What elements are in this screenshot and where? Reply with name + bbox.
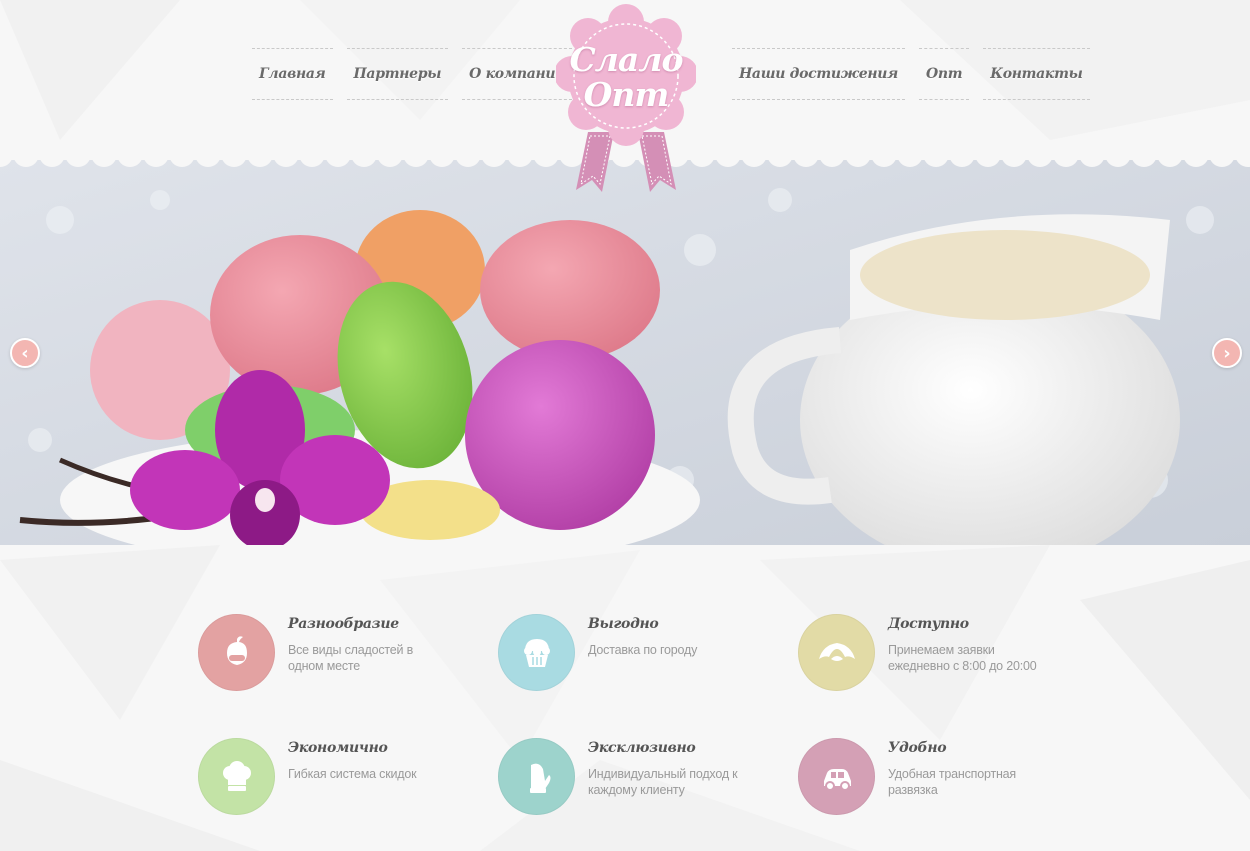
apple-hand-icon bbox=[226, 635, 247, 665]
feature-text: Все виды сладостей в одном месте bbox=[288, 643, 414, 673]
feature-variety: Разнообразие Все виды сладостей в одном … bbox=[198, 614, 478, 694]
nav-left: Главная Партнеры О компании bbox=[252, 48, 573, 100]
logo-line-2: Опт bbox=[583, 75, 670, 114]
nav-item-achievements[interactable]: Наши достижения bbox=[732, 48, 905, 100]
nav-item-wholesale[interactable]: Опт bbox=[918, 48, 970, 100]
feature-profitable: Выгодно Доставка по городу bbox=[498, 614, 778, 694]
logo[interactable]: Слало Опт bbox=[556, 4, 696, 196]
feature-title: Доступно bbox=[888, 616, 969, 632]
logo-line-1: Слало bbox=[569, 40, 684, 79]
feature-text: Гибкая система скидок bbox=[288, 767, 417, 781]
feature-title: Экономично bbox=[288, 740, 388, 756]
chevron-left-icon: ‹ bbox=[21, 342, 29, 364]
croissant-icon bbox=[818, 642, 855, 661]
feature-circle bbox=[498, 614, 575, 691]
feature-circle bbox=[198, 738, 275, 815]
nav-item-contacts[interactable]: Контакты bbox=[983, 48, 1090, 100]
feature-economical: Экономично Гибкая система скидок bbox=[198, 738, 478, 818]
feature-text: Принемаем заявки ежедневно с 8:00 до 20:… bbox=[888, 643, 1037, 673]
feature-title: Разнообразие bbox=[288, 616, 399, 632]
feature-available: Доступно Принемаем заявки ежедневно с 8:… bbox=[798, 614, 1078, 694]
feature-text: Доставка по городу bbox=[588, 643, 698, 657]
feature-text: Удобная транспортная развязка bbox=[888, 767, 1016, 797]
nav-right: Наши достижения Опт Контакты bbox=[732, 48, 1090, 100]
chef-hat-icon bbox=[222, 760, 251, 791]
feature-circle bbox=[498, 738, 575, 815]
feature-exclusive: Эксклюзивно Индивидуальный подход к кажд… bbox=[498, 738, 778, 818]
hero-image bbox=[0, 160, 1250, 545]
slider-prev-button[interactable]: ‹ bbox=[10, 338, 40, 368]
nav-item-home[interactable]: Главная bbox=[252, 48, 333, 100]
cupcake-icon bbox=[523, 638, 550, 667]
feature-circle bbox=[798, 738, 875, 815]
hero-slider bbox=[0, 160, 1250, 545]
chevron-right-icon: › bbox=[1223, 342, 1231, 364]
slider-next-button[interactable]: › bbox=[1212, 338, 1242, 368]
feature-title: Эксклюзивно bbox=[588, 740, 696, 756]
car-icon bbox=[823, 768, 851, 791]
feature-title: Удобно bbox=[888, 740, 947, 756]
feature-circle bbox=[198, 614, 275, 691]
feature-circle bbox=[798, 614, 875, 691]
logo-text: Слало Опт bbox=[556, 42, 696, 112]
feature-text: Индивидуальный подход к каждому клиенту bbox=[588, 767, 738, 797]
nav-item-partners[interactable]: Партнеры bbox=[346, 48, 449, 100]
feature-convenient: Удобно Удобная транспортная развязка bbox=[798, 738, 1078, 818]
feature-title: Выгодно bbox=[588, 616, 659, 632]
oven-mitt-icon bbox=[529, 763, 550, 793]
